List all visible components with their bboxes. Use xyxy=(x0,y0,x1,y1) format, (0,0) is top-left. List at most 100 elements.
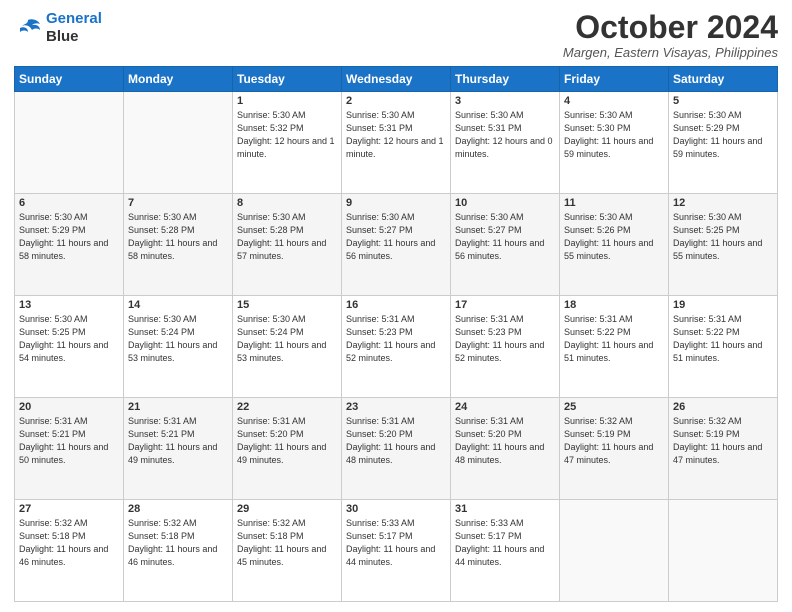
day-info: Sunrise: 5:30 AM Sunset: 5:28 PM Dayligh… xyxy=(128,211,228,263)
cell-w1-d2: 1 Sunrise: 5:30 AM Sunset: 5:32 PM Daylig… xyxy=(233,92,342,194)
cell-w1-d6: 5 Sunrise: 5:30 AM Sunset: 5:29 PM Daylig… xyxy=(669,92,778,194)
day-number: 8 xyxy=(237,197,337,209)
col-thursday: Thursday xyxy=(451,67,560,92)
day-number: 10 xyxy=(455,197,555,209)
day-info: Sunrise: 5:33 AM Sunset: 5:17 PM Dayligh… xyxy=(346,517,446,569)
day-number: 3 xyxy=(455,95,555,107)
day-info: Sunrise: 5:30 AM Sunset: 5:24 PM Dayligh… xyxy=(128,313,228,365)
cell-w2-d1: 7 Sunrise: 5:30 AM Sunset: 5:28 PM Daylig… xyxy=(124,194,233,296)
day-info: Sunrise: 5:31 AM Sunset: 5:23 PM Dayligh… xyxy=(455,313,555,365)
day-number: 5 xyxy=(673,95,773,107)
day-number: 21 xyxy=(128,401,228,413)
page: General Blue October 2024 Margen, Easter… xyxy=(0,0,792,612)
cell-w1-d4: 3 Sunrise: 5:30 AM Sunset: 5:31 PM Daylig… xyxy=(451,92,560,194)
day-number: 29 xyxy=(237,503,337,515)
day-number: 20 xyxy=(19,401,119,413)
cell-w4-d0: 20 Sunrise: 5:31 AM Sunset: 5:21 PM Dayli… xyxy=(15,398,124,500)
col-monday: Monday xyxy=(124,67,233,92)
cell-w2-d3: 9Sunrise: 5:30 AM Sunset: 5:27 PM Daylig… xyxy=(342,194,451,296)
cell-w3-d5: 18Sunrise: 5:31 AM Sunset: 5:22 PM Dayli… xyxy=(560,296,669,398)
day-number: 30 xyxy=(346,503,446,515)
day-info: Sunrise: 5:30 AM Sunset: 5:25 PM Dayligh… xyxy=(19,313,119,365)
day-number: 23 xyxy=(346,401,446,413)
day-info: Sunrise: 5:31 AM Sunset: 5:20 PM Dayligh… xyxy=(346,415,446,467)
cell-w4-d2: 22 Sunrise: 5:31 AM Sunset: 5:20 PM Dayli… xyxy=(233,398,342,500)
day-info: Sunrise: 5:30 AM Sunset: 5:26 PM Dayligh… xyxy=(564,211,664,263)
cell-w3-d2: 15 Sunrise: 5:30 AM Sunset: 5:24 PM Dayli… xyxy=(233,296,342,398)
cell-w4-d3: 23 Sunrise: 5:31 AM Sunset: 5:20 PM Dayli… xyxy=(342,398,451,500)
cell-w4-d1: 21 Sunrise: 5:31 AM Sunset: 5:21 PM Dayli… xyxy=(124,398,233,500)
day-info: Sunrise: 5:30 AM Sunset: 5:30 PM Dayligh… xyxy=(564,109,664,161)
day-info: Sunrise: 5:31 AM Sunset: 5:21 PM Dayligh… xyxy=(19,415,119,467)
logo: General Blue xyxy=(14,10,102,46)
week-row-2: 6 Sunrise: 5:30 AM Sunset: 5:29 PM Daylig… xyxy=(15,194,778,296)
day-info: Sunrise: 5:30 AM Sunset: 5:29 PM Dayligh… xyxy=(673,109,773,161)
title-block: October 2024 Margen, Eastern Visayas, Ph… xyxy=(563,10,778,60)
day-info: Sunrise: 5:30 AM Sunset: 5:27 PM Dayligh… xyxy=(346,211,446,263)
day-info: Sunrise: 5:30 AM Sunset: 5:25 PM Dayligh… xyxy=(673,211,773,263)
day-info: Sunrise: 5:32 AM Sunset: 5:19 PM Dayligh… xyxy=(673,415,773,467)
header: General Blue October 2024 Margen, Easter… xyxy=(14,10,778,60)
cell-w3-d6: 19 Sunrise: 5:31 AM Sunset: 5:22 PM Dayli… xyxy=(669,296,778,398)
day-info: Sunrise: 5:32 AM Sunset: 5:18 PM Dayligh… xyxy=(128,517,228,569)
cell-w5-d6 xyxy=(669,500,778,602)
logo-text: General Blue xyxy=(46,10,102,46)
day-info: Sunrise: 5:31 AM Sunset: 5:22 PM Dayligh… xyxy=(564,313,664,365)
cell-w5-d3: 30 Sunrise: 5:33 AM Sunset: 5:17 PM Dayli… xyxy=(342,500,451,602)
day-info: Sunrise: 5:31 AM Sunset: 5:20 PM Dayligh… xyxy=(237,415,337,467)
cell-w1-d3: 2Sunrise: 5:30 AM Sunset: 5:31 PM Daylig… xyxy=(342,92,451,194)
day-number: 2 xyxy=(346,95,446,107)
day-number: 6 xyxy=(19,197,119,209)
day-number: 11 xyxy=(564,197,664,209)
day-number: 15 xyxy=(237,299,337,311)
cell-w2-d6: 12 Sunrise: 5:30 AM Sunset: 5:25 PM Dayli… xyxy=(669,194,778,296)
cell-w4-d4: 24 Sunrise: 5:31 AM Sunset: 5:20 PM Dayli… xyxy=(451,398,560,500)
day-info: Sunrise: 5:33 AM Sunset: 5:17 PM Dayligh… xyxy=(455,517,555,569)
day-info: Sunrise: 5:31 AM Sunset: 5:23 PM Dayligh… xyxy=(346,313,446,365)
day-number: 25 xyxy=(564,401,664,413)
day-number: 7 xyxy=(128,197,228,209)
cell-w3-d1: 14Sunrise: 5:30 AM Sunset: 5:24 PM Dayli… xyxy=(124,296,233,398)
cell-w5-d2: 29Sunrise: 5:32 AM Sunset: 5:18 PM Dayli… xyxy=(233,500,342,602)
day-number: 16 xyxy=(346,299,446,311)
day-number: 27 xyxy=(19,503,119,515)
day-number: 1 xyxy=(237,95,337,107)
day-info: Sunrise: 5:30 AM Sunset: 5:29 PM Dayligh… xyxy=(19,211,119,263)
day-number: 22 xyxy=(237,401,337,413)
day-info: Sunrise: 5:31 AM Sunset: 5:22 PM Dayligh… xyxy=(673,313,773,365)
main-title: October 2024 xyxy=(563,10,778,45)
cell-w1-d0 xyxy=(15,92,124,194)
day-number: 26 xyxy=(673,401,773,413)
calendar-header: Sunday Monday Tuesday Wednesday Thursday… xyxy=(15,67,778,92)
day-number: 4 xyxy=(564,95,664,107)
week-row-5: 27 Sunrise: 5:32 AM Sunset: 5:18 PM Dayli… xyxy=(15,500,778,602)
cell-w5-d5 xyxy=(560,500,669,602)
cell-w5-d1: 28 Sunrise: 5:32 AM Sunset: 5:18 PM Dayli… xyxy=(124,500,233,602)
cell-w5-d0: 27Sunrise: 5:32 AM Sunset: 5:18 PM Dayli… xyxy=(15,500,124,602)
cell-w4-d6: 26 Sunrise: 5:32 AM Sunset: 5:19 PM Dayli… xyxy=(669,398,778,500)
day-info: Sunrise: 5:32 AM Sunset: 5:19 PM Dayligh… xyxy=(564,415,664,467)
day-info: Sunrise: 5:31 AM Sunset: 5:20 PM Dayligh… xyxy=(455,415,555,467)
logo-general: General xyxy=(46,10,102,27)
col-sunday: Sunday xyxy=(15,67,124,92)
day-info: Sunrise: 5:31 AM Sunset: 5:21 PM Dayligh… xyxy=(128,415,228,467)
logo-blue: Blue xyxy=(46,28,102,46)
cell-w3-d0: 13Sunrise: 5:30 AM Sunset: 5:25 PM Dayli… xyxy=(15,296,124,398)
cell-w4-d5: 25 Sunrise: 5:32 AM Sunset: 5:19 PM Dayli… xyxy=(560,398,669,500)
day-info: Sunrise: 5:30 AM Sunset: 5:28 PM Dayligh… xyxy=(237,211,337,263)
cell-w3-d4: 17 Sunrise: 5:31 AM Sunset: 5:23 PM Dayli… xyxy=(451,296,560,398)
col-friday: Friday xyxy=(560,67,669,92)
day-number: 12 xyxy=(673,197,773,209)
day-info: Sunrise: 5:30 AM Sunset: 5:24 PM Dayligh… xyxy=(237,313,337,365)
day-info: Sunrise: 5:30 AM Sunset: 5:31 PM Dayligh… xyxy=(455,109,555,161)
day-number: 24 xyxy=(455,401,555,413)
cell-w3-d3: 16 Sunrise: 5:31 AM Sunset: 5:23 PM Dayli… xyxy=(342,296,451,398)
day-info: Sunrise: 5:30 AM Sunset: 5:27 PM Dayligh… xyxy=(455,211,555,263)
day-number: 28 xyxy=(128,503,228,515)
day-number: 17 xyxy=(455,299,555,311)
day-number: 19 xyxy=(673,299,773,311)
col-wednesday: Wednesday xyxy=(342,67,451,92)
cell-w2-d4: 10 Sunrise: 5:30 AM Sunset: 5:27 PM Dayli… xyxy=(451,194,560,296)
day-info: Sunrise: 5:30 AM Sunset: 5:32 PM Dayligh… xyxy=(237,109,337,161)
subtitle: Margen, Eastern Visayas, Philippines xyxy=(563,45,778,60)
